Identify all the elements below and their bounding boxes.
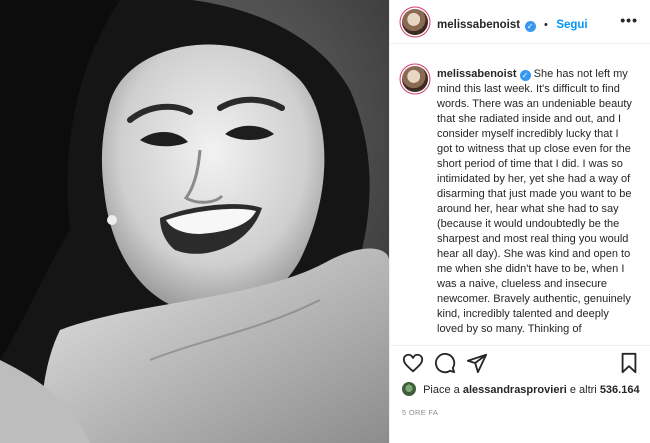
header-username[interactable]: melissabenoist	[437, 19, 520, 31]
caption-text: melissabenoist ✓ She has not left my min…	[437, 67, 635, 337]
likes-count[interactable]: 536.164	[600, 384, 640, 396]
portrait-photo	[0, 0, 389, 443]
post-image[interactable]	[0, 0, 389, 443]
caption-avatar[interactable]	[402, 66, 428, 92]
liker-username[interactable]: alessandrasprovieri	[463, 384, 567, 396]
likes-prefix: Piace a	[423, 384, 460, 396]
bookmark-icon[interactable]	[618, 352, 640, 374]
post-timestamp[interactable]: 5 ORE FA	[402, 408, 438, 417]
post-header: melissabenoist ✓ • Segui •••	[390, 0, 650, 44]
verified-badge-icon: ✓	[519, 70, 531, 81]
follow-button[interactable]: Segui	[556, 19, 587, 31]
liker-avatar	[402, 382, 416, 396]
caption-section: melissabenoist ✓ She has not left my min…	[390, 44, 650, 346]
likes-row[interactable]: Piace a alessandrasprovieri e altri 536.…	[402, 382, 640, 398]
separator-dot: •	[544, 19, 548, 31]
action-bar	[400, 352, 640, 376]
caption-body: She has not left my mind this last week.…	[437, 68, 632, 335]
likes-connector: e altri	[569, 384, 597, 396]
more-options-icon[interactable]: •••	[620, 12, 638, 28]
caption-username[interactable]: melissabenoist	[437, 68, 516, 80]
profile-avatar[interactable]	[402, 9, 428, 35]
post-side-panel: melissabenoist ✓ • Segui ••• melissabeno…	[389, 0, 650, 443]
verified-badge-icon: ✓	[524, 21, 536, 32]
heart-icon[interactable]	[402, 352, 424, 374]
share-icon[interactable]	[466, 352, 488, 374]
header-user-row: melissabenoist ✓ • Segui	[437, 15, 588, 33]
comment-icon[interactable]	[434, 352, 456, 374]
